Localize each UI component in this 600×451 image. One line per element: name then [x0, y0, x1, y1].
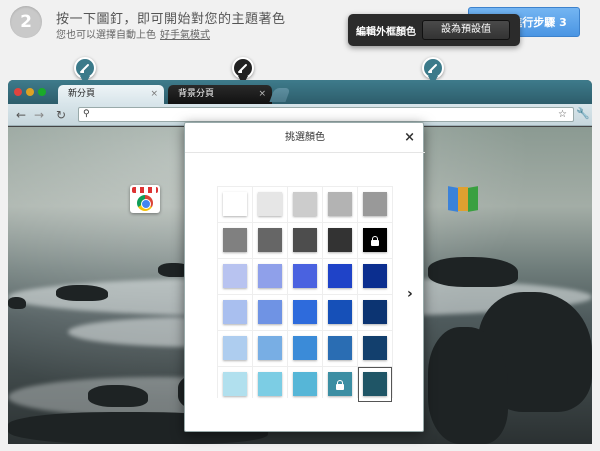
color-swatch	[328, 300, 352, 324]
color-swatch	[223, 300, 247, 324]
color-swatch-cell[interactable]	[288, 367, 322, 402]
browser-titlebar: 新分頁 × 背景分頁 ×	[8, 80, 592, 104]
color-swatch	[223, 372, 247, 396]
color-swatch-cell[interactable]	[288, 187, 322, 222]
lucky-mode-link[interactable]: 好手氣模式	[160, 30, 210, 41]
next-page-icon[interactable]: ›	[407, 286, 413, 302]
color-swatch-cell[interactable]	[288, 331, 322, 366]
color-swatch	[223, 336, 247, 360]
color-swatch	[328, 192, 352, 216]
color-swatch	[363, 300, 387, 324]
bookmark-star-icon[interactable]: ☆	[558, 108, 567, 121]
color-swatch-cell[interactable]	[288, 295, 322, 330]
color-swatch-cell[interactable]	[218, 367, 252, 402]
color-swatch-cell[interactable]	[323, 331, 357, 366]
color-swatch-cell[interactable]	[288, 259, 322, 294]
color-swatch-cell[interactable]	[323, 295, 357, 330]
instruction-subtitle: 您也可以選擇自動上色 好手氣模式	[56, 26, 210, 41]
lock-icon	[371, 236, 379, 246]
color-swatch	[363, 192, 387, 216]
color-swatch-cell[interactable]	[253, 259, 287, 294]
color-swatch	[258, 264, 282, 288]
color-swatch	[258, 300, 282, 324]
reset-default-button[interactable]: 設為預設值	[422, 20, 510, 40]
instruction-subtitle-text: 您也可以選擇自動上色	[56, 30, 156, 41]
color-swatch	[293, 336, 317, 360]
tab-label: 背景分頁	[178, 89, 215, 99]
color-swatch-cell[interactable]	[253, 295, 287, 330]
color-swatch-cell[interactable]	[323, 259, 357, 294]
instruction-title: 按一下圖釘，即可開始對您的主題著色	[56, 12, 286, 27]
color-swatch-cell[interactable]	[218, 295, 252, 330]
color-swatch-cell[interactable]	[358, 187, 392, 222]
back-arrow-icon[interactable]: ←	[16, 107, 26, 123]
wrench-icon[interactable]: 🔧	[576, 107, 590, 120]
lock-icon	[336, 380, 344, 390]
color-swatch-cell[interactable]	[358, 367, 392, 402]
color-swatch-cell[interactable]	[253, 187, 287, 222]
color-swatch	[258, 372, 282, 396]
web-store-app-icon[interactable]	[130, 185, 160, 213]
color-swatch-cell[interactable]	[253, 331, 287, 366]
book-app-icon[interactable]	[448, 185, 478, 213]
color-swatch	[223, 228, 247, 252]
color-swatch	[328, 228, 352, 252]
color-swatch-cell[interactable]	[323, 187, 357, 222]
tab-background-tab[interactable]: 背景分頁 ×	[168, 85, 272, 104]
color-swatch	[258, 192, 282, 216]
color-swatch	[328, 264, 352, 288]
minimize-window-icon[interactable]	[26, 88, 34, 96]
color-swatch-cell[interactable]	[358, 331, 392, 366]
color-swatch	[293, 192, 317, 216]
close-tab-icon[interactable]: ×	[258, 85, 266, 104]
color-swatch-cell[interactable]	[323, 367, 357, 402]
color-swatch-cell[interactable]	[288, 223, 322, 258]
zoom-window-icon[interactable]	[38, 88, 46, 96]
address-bar[interactable]: ⚲ ☆	[78, 107, 574, 122]
color-swatch-cell[interactable]	[253, 367, 287, 402]
color-swatch	[223, 264, 247, 288]
close-icon[interactable]: ×	[404, 131, 415, 145]
color-swatch-cell[interactable]	[218, 223, 252, 258]
color-swatch-cell[interactable]	[358, 223, 392, 258]
color-swatch-cell[interactable]	[323, 223, 357, 258]
color-swatch	[328, 336, 352, 360]
color-swatch	[328, 372, 352, 396]
reload-icon[interactable]: ↻	[56, 107, 66, 123]
color-swatch	[363, 336, 387, 360]
step-number-badge: 2	[10, 6, 42, 38]
color-swatch	[293, 300, 317, 324]
frame-color-tooltip: 編輯外框顏色 設為預設值	[348, 14, 520, 46]
color-swatch	[258, 336, 282, 360]
color-swatch-cell[interactable]	[358, 259, 392, 294]
color-swatch	[293, 372, 317, 396]
color-swatch-cell[interactable]	[218, 331, 252, 366]
tab-new-tab[interactable]: 新分頁 ×	[58, 85, 164, 104]
color-swatch	[293, 228, 317, 252]
new-tab-button[interactable]	[269, 88, 291, 102]
tooltip-label: 編輯外框顏色	[356, 27, 416, 38]
dialog-title: 挑選顏色	[185, 123, 425, 153]
search-icon: ⚲	[83, 109, 90, 119]
forward-arrow-icon[interactable]: →	[34, 107, 44, 123]
color-swatch-cell[interactable]	[253, 223, 287, 258]
tab-label: 新分頁	[68, 89, 96, 99]
color-swatch	[223, 192, 247, 216]
color-swatch-grid	[217, 186, 393, 402]
close-tab-icon[interactable]: ×	[150, 85, 158, 104]
color-picker-dialog: 挑選顏色 × ›	[184, 122, 425, 432]
color-swatch	[258, 228, 282, 252]
color-swatch	[363, 228, 387, 252]
color-swatch	[363, 372, 387, 396]
close-window-icon[interactable]	[14, 88, 22, 96]
color-swatch	[293, 264, 317, 288]
color-swatch-cell[interactable]	[358, 295, 392, 330]
color-swatch	[363, 264, 387, 288]
color-swatch-cell[interactable]	[218, 259, 252, 294]
color-swatch-cell[interactable]	[218, 187, 252, 222]
